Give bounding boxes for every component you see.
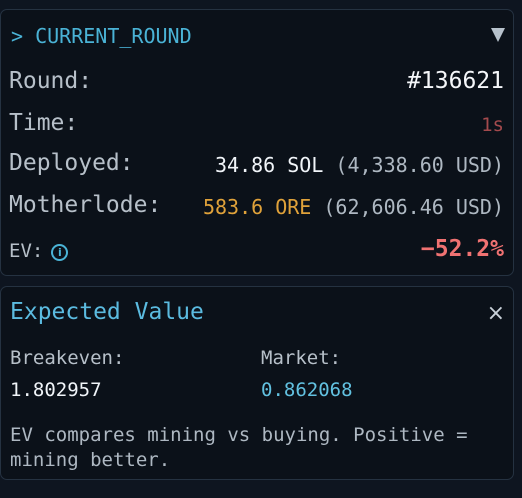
market-label: Market:: [261, 347, 342, 369]
current-round-header[interactable]: > CURRENT_ROUND: [11, 24, 192, 48]
motherlode-row: Motherlode: 583.6 ORE (62,606.46 USD): [9, 192, 504, 222]
motherlode-label: Motherlode:: [9, 192, 162, 218]
round-row: Round: #136621: [9, 68, 504, 98]
motherlode-value: 583.6 ORE (62,606.46 USD): [203, 195, 504, 219]
motherlode-usd: (62,606.46 USD): [323, 195, 504, 219]
ev-label-group: EV: i: [9, 240, 69, 262]
round-value: #136621: [407, 68, 504, 94]
deployed-usd: (4,338.60 USD): [335, 153, 504, 177]
ev-row: EV: i −52.2%: [9, 236, 504, 266]
ev-label: EV:: [9, 240, 44, 262]
time-label: Time:: [9, 110, 79, 136]
motherlode-ore: 583.6 ORE: [202, 195, 312, 219]
current-round-panel: > CURRENT_ROUND Round: #136621 Time: 1s …: [0, 9, 514, 276]
breakeven-value: 1.802957: [10, 379, 102, 401]
time-value: 1s: [481, 114, 504, 136]
close-icon[interactable]: ×: [487, 303, 505, 325]
ev-description: EV compares mining vs buying. Positive =…: [10, 424, 468, 471]
time-row: Time: 1s: [9, 110, 504, 140]
ev-value: −52.2%: [420, 236, 504, 262]
info-icon[interactable]: i: [51, 244, 69, 261]
round-label: Round:: [9, 68, 93, 94]
deployed-label: Deployed:: [9, 150, 134, 176]
deployed-sol: 34.86 SOL: [215, 153, 324, 177]
breakeven-label: Breakeven:: [10, 347, 125, 369]
expected-value-title: Expected Value: [10, 299, 204, 325]
market-value: 0.862068: [261, 379, 353, 401]
deployed-row: Deployed: 34.86 SOL (4,338.60 USD): [9, 150, 504, 180]
expected-value-panel: Expected Value × Breakeven: 1.802957 Mar…: [0, 286, 514, 480]
collapse-triangle-icon[interactable]: [491, 28, 505, 42]
deployed-value: 34.86 SOL (4,338.60 USD): [215, 153, 504, 177]
